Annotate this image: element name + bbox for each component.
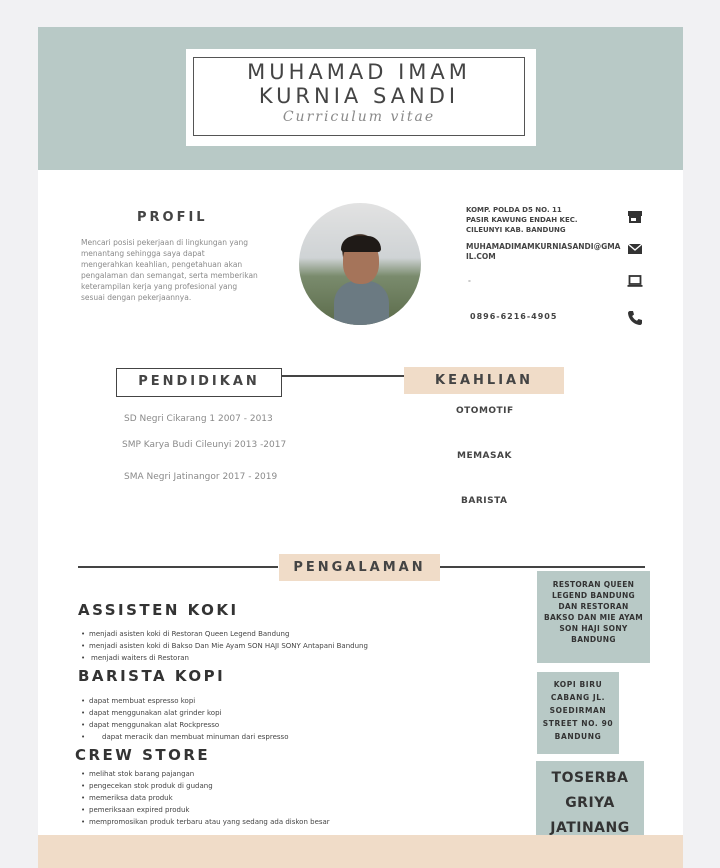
profile-photo: [299, 203, 421, 325]
job-title-2: BARISTA KOPI: [78, 667, 226, 685]
education-item-2: SMP Karya Budi Cileunyi 2013 -2017: [122, 440, 287, 450]
experience-line-left: [78, 566, 278, 568]
skill-item-1: OTOMOTIF: [456, 406, 514, 416]
phone-icon: [628, 311, 642, 325]
laptop-icon: [627, 275, 643, 287]
name-line-2: KURNIA SANDI: [258, 84, 460, 108]
job-duties-2: dapat membuat espresso kopi dapat menggu…: [80, 695, 520, 743]
contact-website: -: [468, 277, 471, 285]
skill-item-2: MEMASAK: [457, 451, 512, 461]
job-duties-3: melihat stok barang pajangan pengecekan …: [80, 768, 520, 828]
experience-heading: PENGALAMAN: [293, 560, 426, 575]
duty-item: menjadi asisten koki di Restoran Queen L…: [80, 628, 520, 640]
duty-item: pengecekan stok produk di gudang: [80, 780, 520, 792]
duty-item: mempromosikan produk terbaru atau yang s…: [80, 816, 520, 828]
photo-body: [334, 281, 389, 325]
duty-item: memeriksa data produk: [80, 792, 520, 804]
duty-item: dapat membuat espresso kopi: [80, 695, 520, 707]
skill-item-3: BARISTA: [461, 496, 508, 506]
workplace-box-3: TOSERBA GRIYA JATINANG: [536, 761, 644, 841]
duty-item: melihat stok barang pajangan: [80, 768, 520, 780]
workplace-box-1: RESTORAN QUEEN LEGEND BANDUNG DAN RESTOR…: [537, 571, 650, 663]
mail-icon: [627, 243, 643, 254]
section-divider-line: [282, 375, 404, 377]
skills-heading-box: KEAHLIAN: [404, 367, 564, 394]
photo-hair: [341, 236, 381, 252]
education-item-3: SMA Negri Jatinangor 2017 - 2019: [124, 472, 278, 482]
job-title-3: CREW STORE: [75, 746, 211, 764]
contact-phone: 0896-6216-4905: [470, 312, 558, 321]
profile-heading: PROFIL: [137, 210, 208, 225]
duty-item: dapat menggunakan alat grinder kopi: [80, 707, 520, 719]
contact-address: KOMP. POLDA D5 NO. 11 PASIR KAWUNG ENDAH…: [466, 206, 578, 234]
duty-item: dapat meracik dan membuat minuman dari e…: [80, 731, 520, 743]
profile-text: Mencari posisi pekerjaan di lingkungan y…: [81, 238, 258, 302]
experience-heading-box: PENGALAMAN: [279, 554, 440, 581]
job-duties-1: menjadi asisten koki di Restoran Queen L…: [80, 628, 520, 664]
skills-heading: KEAHLIAN: [435, 373, 533, 388]
workplace-3: TOSERBA GRIYA JATINANG: [550, 770, 630, 836]
name-line-1: MUHAMAD IMAM: [247, 60, 471, 84]
cv-page: MUHAMAD IMAM KURNIA SANDI Curriculum vit…: [38, 27, 683, 868]
education-item-1: SD Negri Cikarang 1 2007 - 2013: [124, 414, 273, 424]
name-box: MUHAMAD IMAM KURNIA SANDI Curriculum vit…: [186, 49, 536, 146]
duty-item: dapat menggunakan alat Rockpresso: [80, 719, 520, 731]
store-icon: [628, 211, 642, 223]
experience-line-right: [440, 566, 645, 568]
workplace-1: RESTORAN QUEEN LEGEND BANDUNG DAN RESTOR…: [543, 580, 644, 644]
cv-subtitle: Curriculum vitae: [282, 109, 436, 125]
duty-item: pemeriksaan expired produk: [80, 804, 520, 816]
workplace-2: KOPI BIRU CABANG JL. SOEDIRMAN STREET NO…: [542, 680, 614, 741]
education-heading-box: PENDIDIKAN: [116, 368, 282, 397]
job-title-1: ASSISTEN KOKI: [78, 601, 239, 619]
name-frame: MUHAMAD IMAM KURNIA SANDI Curriculum vit…: [193, 57, 525, 136]
education-heading: PENDIDIKAN: [138, 374, 260, 389]
duty-item: menjadi waiters di Restoran: [80, 652, 520, 664]
header-band: MUHAMAD IMAM KURNIA SANDI Curriculum vit…: [38, 27, 683, 170]
workplace-box-2: KOPI BIRU CABANG JL. SOEDIRMAN STREET NO…: [537, 672, 619, 754]
duty-item: menjadi asisten koki di Bakso Dan Mie Ay…: [80, 640, 520, 652]
contact-email: MUHAMADIMAMKURNIASANDI@GMAIL.COM: [466, 242, 621, 261]
footer-band: [38, 835, 683, 868]
